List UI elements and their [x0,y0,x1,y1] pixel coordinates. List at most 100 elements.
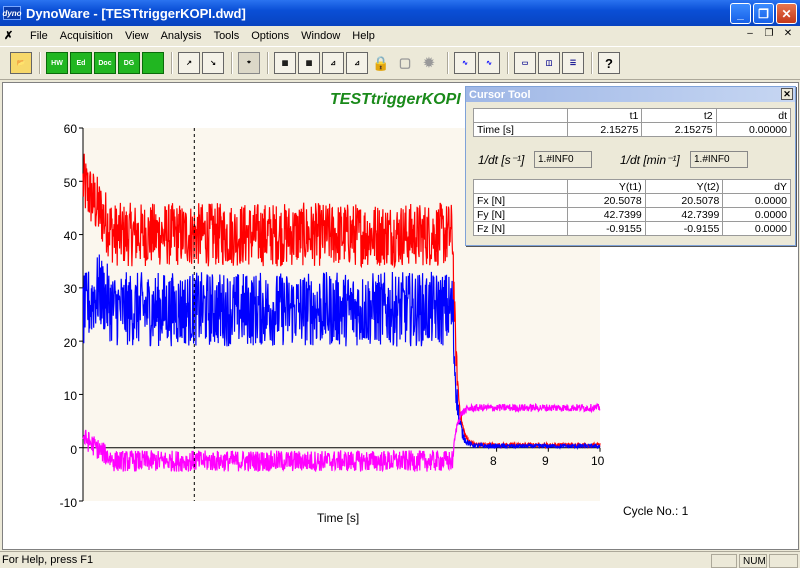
status-pane-empty-2 [769,554,798,568]
restore-button[interactable]: ❐ [753,3,774,24]
status-num-indicator: NUM [739,554,767,568]
channel-label: Fx [N] [473,193,568,208]
window-icon-2[interactable]: ◫ [538,52,560,74]
wave-icon-2[interactable]: ∿ [478,52,500,74]
cursor-select-icon[interactable]: ⌖ [238,52,260,74]
channel-label: Fz [N] [473,221,568,236]
window-icon-1[interactable]: ▭ [514,52,536,74]
y-header-cell: dY [722,179,791,194]
table-row: Fx [N] 20.5078 20.5078 0.0000 [473,193,791,208]
unlock-icon[interactable]: ▢ [394,52,416,74]
time-header-cell: t1 [566,108,643,123]
grid-icon-2[interactable]: ▦ [298,52,320,74]
cursor-tool-close-button[interactable]: ✕ [781,88,793,100]
cursor-tool-title: Cursor Tool [469,88,531,101]
y-tick-label: -10 [59,496,77,510]
y-tick-label: 20 [63,336,77,350]
time-header-cell [473,108,568,123]
y-t2-value: 42.7399 [644,207,724,222]
dynoware-app-icon[interactable]: dyno [2,6,22,20]
x-tick-label: 9 [542,454,549,468]
dy-value: 0.0000 [722,221,791,236]
y-tick-label: 50 [63,176,77,190]
y-t2-value: -0.9155 [644,221,724,236]
x-tick-label: 8 [490,454,497,468]
grid-icon-1[interactable]: ▦ [274,52,296,74]
table-row: Fz [N] -0.9155 -0.9155 0.0000 [473,221,791,236]
time-t1-value: 2.15275 [566,122,643,137]
inverse-dt-row: 1/dt [s⁻¹] 1.#INF0 1/dt [min⁻¹] 1.#INF0 [474,151,794,175]
y-tick-label: 10 [63,389,77,403]
menu-analysis[interactable]: Analysis [155,30,208,42]
mdi-close-button[interactable]: ✕ [780,28,796,42]
mdi-restore-button[interactable]: ❐ [761,28,777,42]
y-tick-label: 30 [63,282,77,296]
gear-icon[interactable]: ✹ [418,52,440,74]
menu-options[interactable]: Options [245,30,295,42]
time-table: t1 t2 dt Time [s] 2.15275 2.15275 0.0000… [473,108,792,137]
axes-icon-2[interactable]: ↘ [202,52,224,74]
doc-icon[interactable]: Doc [94,52,116,74]
cursor-tool-titlebar[interactable]: Cursor Tool ✕ [466,87,795,102]
mdi-minimize-button[interactable]: – [742,28,758,42]
table-row: Fy [N] 42.7399 42.7399 0.0000 [473,207,791,222]
lock-icon[interactable]: 🔒 [370,52,392,74]
inv-min-label: 1/dt [min⁻¹] [620,153,680,167]
status-bar: For Help, press F1 NUM [0,551,800,568]
y-t2-value: 20.5078 [644,193,724,208]
y-header-cell: Y(t1) [567,179,646,194]
menu-acquisition[interactable]: Acquisition [54,30,119,42]
cycle-number: Cycle No.: 1 [623,504,689,518]
wave-icon-1[interactable]: ∿ [454,52,476,74]
axes-icon-1[interactable]: ↗ [178,52,200,74]
toolbar: 📂 HW Ed Doc DG ↗ ↘ ⌖ ▦ ▦ ⊿ ⊿ 🔒 ▢ ✹ ∿ ∿ ▭… [0,46,800,80]
menu-view[interactable]: View [119,30,155,42]
window-title: DynoWare - [TESTtriggerKOPI.dwd] [26,5,246,21]
time-dt-value: 0.00000 [715,122,792,137]
series-line-2 [82,254,601,451]
window-icon-3[interactable]: ☰ [562,52,584,74]
x-tick-label: 10 [591,454,605,468]
open-folder-icon[interactable]: 📂 [10,52,32,74]
y-tick-label: 60 [63,122,77,136]
dg-icon[interactable]: DG [118,52,140,74]
dy-value: 0.0000 [722,207,791,222]
minimize-button[interactable]: _ [730,3,751,24]
grid-icon-3[interactable]: ⊿ [322,52,344,74]
inv-min-field[interactable]: 1.#INF0 [690,151,748,168]
menu-tools[interactable]: Tools [208,30,246,42]
x-axis-label: Time [s] [317,511,360,525]
y-t1-value: -0.9155 [567,221,646,236]
help-icon[interactable]: ? [598,52,620,74]
y-tick-label: 0 [70,443,77,457]
menu-window[interactable]: Window [295,30,346,42]
dy-value: 0.0000 [722,193,791,208]
chart-title: TESTtriggerKOPI [330,91,461,108]
cursor-tool-window[interactable]: Cursor Tool ✕ t1 t2 dt Time [s] 2.15275 … [465,86,796,246]
time-header-cell: t2 [641,108,717,123]
channel-label: Fy [N] [473,207,568,222]
series-line-3 [82,402,601,473]
grid-icon-4[interactable]: ⊿ [346,52,368,74]
inv-sec-label: 1/dt [s⁻¹] [478,153,525,167]
status-help-text: For Help, press F1 [2,554,94,566]
y-t1-value: 20.5078 [567,193,646,208]
y-header-cell [473,179,568,194]
menu-help[interactable]: Help [346,30,381,42]
green-square-icon[interactable] [142,52,164,74]
inv-sec-field[interactable]: 1.#INF0 [534,151,592,168]
status-pane-empty [711,554,737,568]
close-button[interactable]: ✕ [776,3,797,24]
y-header-cell: Y(t2) [644,179,724,194]
menu-file[interactable]: File [24,30,54,42]
time-row-label: Time [s] [473,122,568,137]
title-bar: dyno DynoWare - [TESTtriggerKOPI.dwd] _ … [0,0,800,26]
menu-bar: ✗ File Acquisition View Analysis Tools O… [0,26,800,45]
time-t2-value: 2.15275 [641,122,717,137]
ed-icon[interactable]: Ed [70,52,92,74]
y-t1-value: 42.7399 [567,207,646,222]
mdi-document-icon[interactable]: ✗ [4,29,20,43]
y-values-table: Y(t1) Y(t2) dY Fx [N] 20.5078 20.5078 0.… [473,179,791,236]
hw-icon[interactable]: HW [46,52,68,74]
y-tick-label: 40 [63,229,77,243]
